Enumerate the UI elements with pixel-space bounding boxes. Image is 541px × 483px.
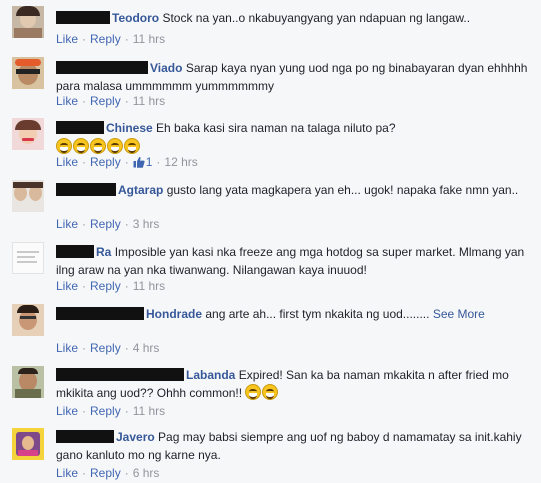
comment-text: Imposible yan kasi nka freeze ang mga ho… — [56, 245, 525, 277]
avatar[interactable] — [12, 180, 44, 212]
laughing-emoji-icon — [107, 138, 123, 154]
avatar[interactable] — [12, 6, 44, 38]
reply-link[interactable]: Reply — [90, 217, 121, 231]
redaction-bar — [56, 121, 104, 134]
commenter-name[interactable]: Ra — [96, 245, 111, 259]
comment-text: ang arte ah... first tym nkakita ng uod.… — [205, 307, 430, 321]
commenter-name[interactable]: Viado — [150, 61, 182, 75]
redaction-bar — [56, 245, 94, 258]
comment-actions: Like · Reply · 4 hrs — [56, 341, 159, 355]
separator-dot: · — [124, 155, 129, 169]
reply-link[interactable]: Reply — [90, 341, 121, 355]
avatar[interactable] — [12, 366, 44, 398]
timestamp[interactable]: 4 hrs — [133, 341, 160, 355]
commenter-name[interactable]: Teodoro — [112, 11, 159, 25]
comment-actions: Like · Reply · 11 hrs — [56, 404, 165, 418]
like-link[interactable]: Like — [56, 32, 78, 46]
laughing-emoji-icon — [124, 138, 140, 154]
separator-dot: · — [82, 404, 87, 418]
like-link[interactable]: Like — [56, 404, 78, 418]
emoji-row — [56, 138, 535, 156]
laughing-emoji-icon — [245, 384, 262, 400]
comment-actions: Like · Reply · 3 hrs — [56, 217, 159, 231]
like-count[interactable]: 1 — [133, 155, 152, 169]
like-link[interactable]: Like — [56, 466, 78, 480]
reply-link[interactable]: Reply — [90, 404, 121, 418]
comment-text: Eh baka kasi sira naman na talaga niluto… — [156, 121, 396, 135]
commenter-name[interactable]: Labanda — [186, 368, 235, 382]
laughing-emoji-icon — [90, 138, 106, 154]
timestamp[interactable]: 6 hrs — [133, 466, 160, 480]
separator-dot: · — [124, 32, 129, 46]
separator-dot: · — [82, 94, 87, 108]
avatar[interactable] — [12, 304, 44, 336]
redaction-bar — [56, 430, 114, 443]
redaction-bar — [56, 61, 148, 74]
reply-link[interactable]: Reply — [90, 466, 121, 480]
redaction-bar — [56, 368, 184, 381]
separator-dot: · — [124, 404, 129, 418]
comment-text: gusto lang yata magkapera yan eh... ugok… — [166, 183, 519, 197]
comment-text: Stock na yan..o nkabuyangyang yan ndapua… — [162, 11, 471, 25]
timestamp[interactable]: 11 hrs — [133, 94, 165, 108]
like-link[interactable]: Like — [56, 279, 78, 293]
separator-dot: · — [156, 155, 161, 169]
commenter-name[interactable]: Chinese — [106, 121, 153, 135]
reply-link[interactable]: Reply — [90, 94, 121, 108]
thumbs-up-icon — [133, 156, 145, 168]
separator-dot: · — [82, 32, 87, 46]
reply-link[interactable]: Reply — [90, 155, 121, 169]
like-link[interactable]: Like — [56, 217, 78, 231]
see-more-link[interactable]: See More — [433, 307, 485, 321]
redaction-bar — [56, 11, 110, 24]
commenter-name[interactable]: Javero — [116, 430, 155, 444]
avatar[interactable] — [12, 57, 44, 89]
timestamp[interactable]: 3 hrs — [133, 217, 160, 231]
separator-dot: · — [82, 279, 87, 293]
avatar[interactable] — [12, 428, 44, 460]
timestamp[interactable]: 11 hrs — [133, 279, 165, 293]
comment-actions: Like · Reply · 11 hrs — [56, 279, 165, 293]
redaction-bar — [56, 183, 116, 196]
avatar[interactable] — [12, 118, 44, 150]
laughing-emoji-icon — [56, 138, 72, 154]
laughing-emoji-icon — [73, 138, 89, 154]
reply-link[interactable]: Reply — [90, 279, 121, 293]
separator-dot: · — [124, 341, 129, 355]
commenter-name[interactable]: Hondrade — [146, 307, 202, 321]
like-link[interactable]: Like — [56, 341, 78, 355]
timestamp[interactable]: 11 hrs — [133, 32, 165, 46]
separator-dot: · — [124, 217, 129, 231]
reply-link[interactable]: Reply — [90, 32, 121, 46]
separator-dot: · — [124, 279, 129, 293]
comment-actions: Like · Reply · 11 hrs — [56, 32, 165, 46]
timestamp[interactable]: 12 hrs — [164, 155, 197, 169]
commenter-name[interactable]: Agtarap — [118, 183, 163, 197]
comment-thread: Teodoro Stock na yan..o nkabuyangyang ya… — [0, 0, 541, 483]
like-link[interactable]: Like — [56, 155, 78, 169]
separator-dot: · — [82, 155, 87, 169]
comment-actions: Like · Reply · 1 · 12 hrs — [56, 155, 198, 169]
separator-dot: · — [82, 217, 87, 231]
separator-dot: · — [82, 466, 87, 480]
timestamp[interactable]: 11 hrs — [133, 404, 165, 418]
redaction-bar — [56, 307, 144, 320]
laughing-emoji-icon — [262, 384, 279, 400]
avatar[interactable] — [12, 242, 44, 274]
separator-dot: · — [124, 94, 129, 108]
separator-dot: · — [124, 466, 129, 480]
comment-actions: Like · Reply · 11 hrs — [56, 94, 165, 108]
like-link[interactable]: Like — [56, 94, 78, 108]
separator-dot: · — [82, 341, 87, 355]
comment-actions: Like · Reply · 6 hrs — [56, 466, 159, 480]
